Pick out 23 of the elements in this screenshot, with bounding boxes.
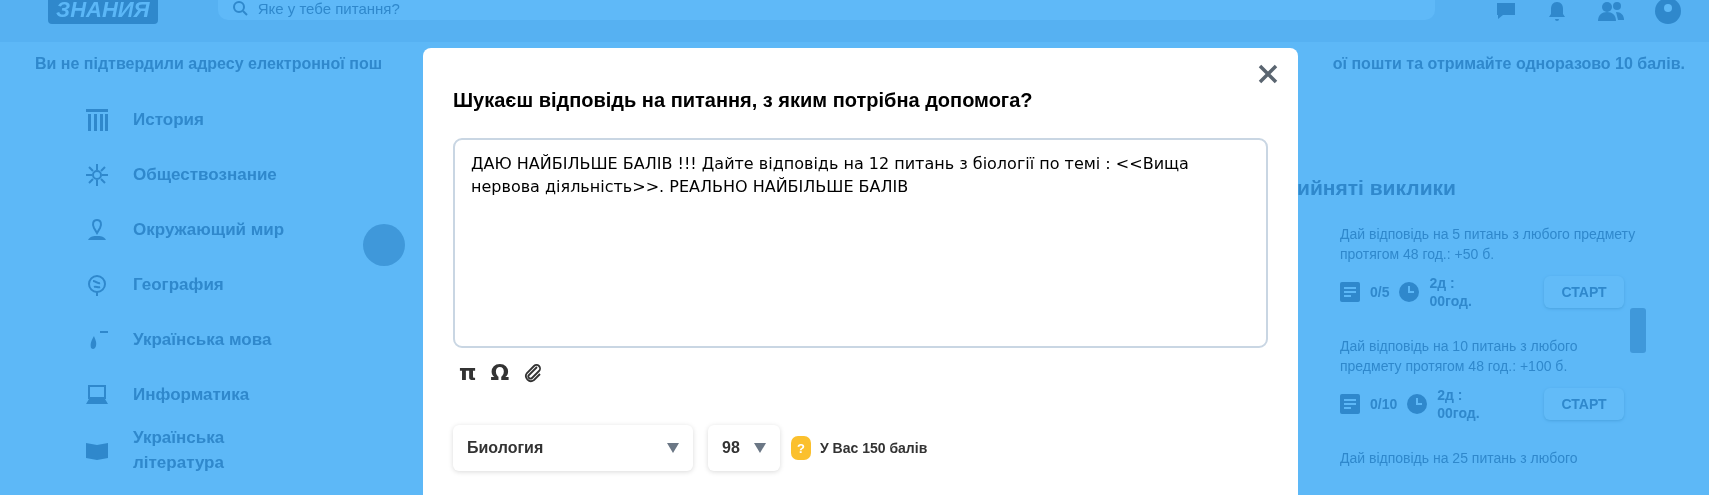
chat-icon[interactable] xyxy=(1495,1,1517,21)
user-avatar xyxy=(363,224,405,266)
caret-icon xyxy=(667,443,679,453)
paperclip-icon[interactable] xyxy=(523,362,544,383)
close-icon xyxy=(1258,64,1278,84)
scrollbar-thumb[interactable] xyxy=(1630,308,1646,353)
points-dropdown[interactable]: 98 xyxy=(708,425,780,471)
help-badge: ? xyxy=(791,436,811,460)
clock-icon xyxy=(1407,394,1428,414)
list-icon xyxy=(1340,282,1360,302)
question-field[interactable]: ДАЮ НАЙБІЛЬШЕ БАЛІВ !!! Дайте відповідь на 12 питань з біології по темі : <<Вища нервова діяльність>>. РЕАЛЬНО НАЙБІЛЬШЕ БАЛІВ xyxy=(453,138,1268,348)
toolbar-button[interactable]: Ω xyxy=(490,360,510,385)
clock-icon xyxy=(1399,282,1420,302)
balance-text: У Вас 150 балів xyxy=(820,440,928,456)
subject-dropdown[interactable]: Биология xyxy=(453,425,693,471)
people-icon[interactable] xyxy=(1597,0,1625,22)
toolbar-button[interactable]: π xyxy=(459,360,477,385)
caret-icon xyxy=(754,443,766,453)
bell-icon[interactable] xyxy=(1547,0,1567,22)
avatar-icon[interactable] xyxy=(1655,0,1681,24)
list-icon xyxy=(1340,394,1360,414)
search-icon xyxy=(231,0,248,16)
dialog-title: Шукаєш відповідь на питання, з яким потрібна допомога? xyxy=(453,88,1034,113)
